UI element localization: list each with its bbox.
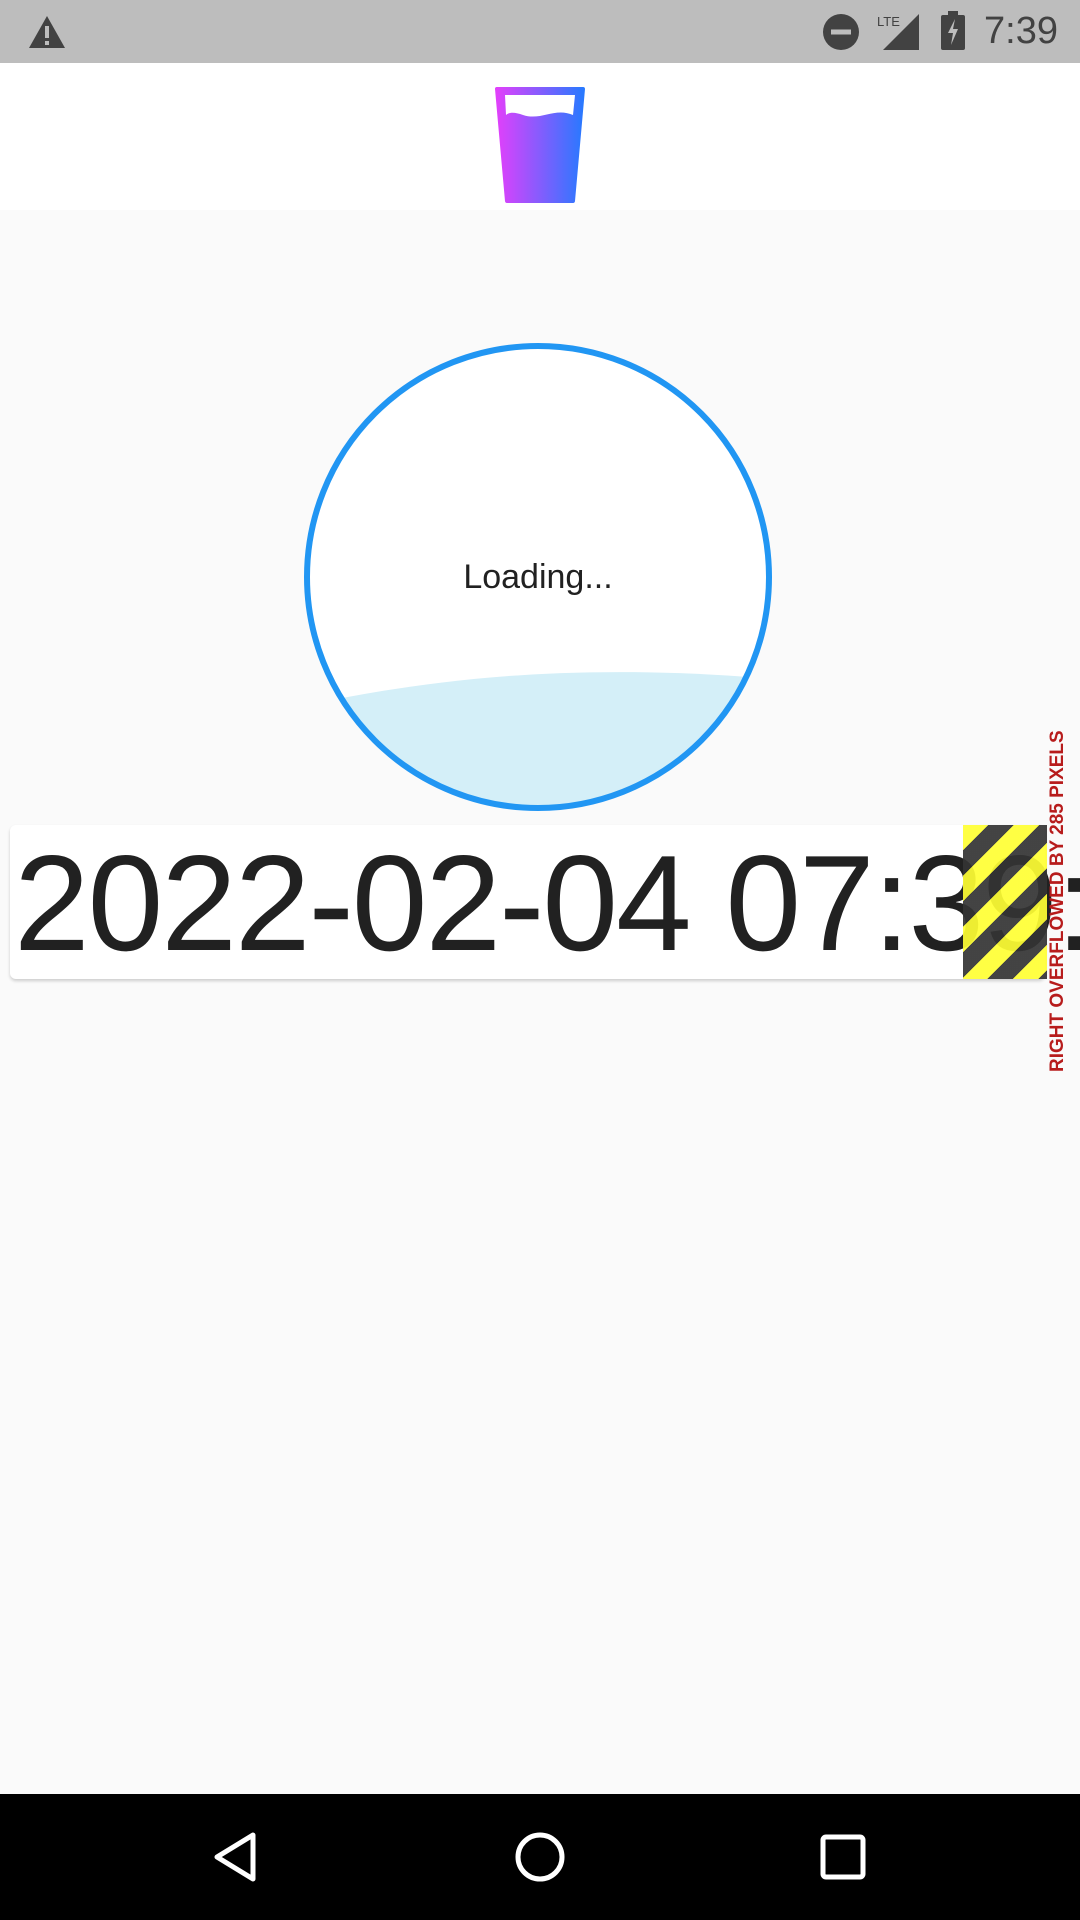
status-time: 7:39 xyxy=(984,10,1058,52)
screen: LTE 7:39 Loading... 2022-02-04 07:39:3 R… xyxy=(0,0,1080,1920)
water-glass-icon xyxy=(495,87,585,203)
overflow-warning-stripes xyxy=(963,825,1047,979)
app-bar xyxy=(0,63,1080,210)
date-clip: 2022-02-04 07:39:3 xyxy=(10,825,1080,979)
warning-icon xyxy=(29,16,65,48)
home-icon[interactable] xyxy=(510,1827,570,1887)
status-bar: LTE 7:39 xyxy=(0,0,1080,63)
date-time-text: 2022-02-04 07:39:3 xyxy=(14,827,1080,979)
navigation-bar xyxy=(0,1794,1080,1920)
overflow-warning-label: RIGHT OVERFLOWED BY 285 PIXELS xyxy=(1047,730,1068,1072)
do-not-disturb-icon xyxy=(823,14,859,50)
signal-icon: LTE xyxy=(877,14,919,50)
recents-icon[interactable] xyxy=(813,1827,873,1887)
back-icon[interactable] xyxy=(207,1827,267,1887)
battery-charging-icon xyxy=(941,11,965,50)
network-type-label: LTE xyxy=(877,14,900,29)
loading-text: Loading... xyxy=(463,558,613,596)
